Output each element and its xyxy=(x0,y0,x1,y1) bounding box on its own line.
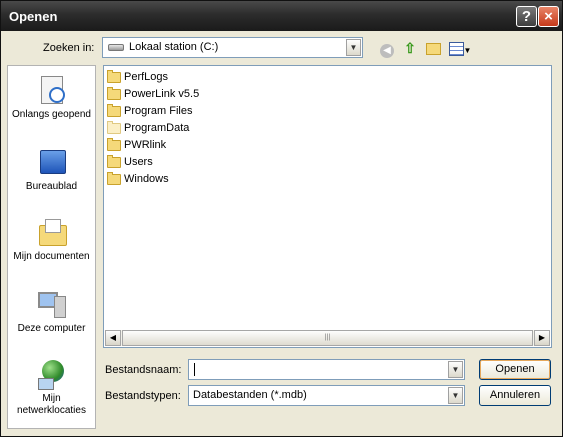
up-folder-icon[interactable]: ⇧ xyxy=(400,38,420,58)
lookin-label: Zoeken in: xyxy=(43,42,95,54)
back-icon[interactable]: ◀ xyxy=(377,38,397,58)
place-recent[interactable]: Onlangs geopend xyxy=(8,74,95,121)
file-name: PowerLink v5.5 xyxy=(124,88,200,100)
place-mydocs-label: Mijn documenten xyxy=(13,251,90,262)
open-button[interactable]: Openen xyxy=(479,359,551,380)
list-item[interactable]: PWRlink xyxy=(107,137,166,153)
title-bar[interactable]: Openen ? × xyxy=(1,1,562,31)
network-icon xyxy=(36,358,68,390)
folder-icon xyxy=(107,120,121,134)
folder-icon xyxy=(107,69,121,83)
file-name: ProgramData xyxy=(124,122,190,134)
horizontal-scrollbar[interactable]: ◀ ||| ▶ xyxy=(105,330,550,346)
file-name: Users xyxy=(124,156,153,168)
new-folder-icon[interactable] xyxy=(423,38,443,58)
folder-icon xyxy=(107,103,121,117)
place-mydocs[interactable]: Mijn documenten xyxy=(8,216,95,263)
chevron-down-icon[interactable]: ▼ xyxy=(346,39,361,56)
folder-icon xyxy=(107,86,121,100)
list-item[interactable]: PowerLink v5.5 xyxy=(107,86,199,102)
file-list[interactable]: PerfLogs PowerLink v5.5 Program Files Pr… xyxy=(103,65,552,348)
place-mycomputer[interactable]: Deze computer xyxy=(8,288,95,335)
folder-icon xyxy=(107,171,121,185)
window-title: Openen xyxy=(9,9,58,24)
scroll-right-icon[interactable]: ▶ xyxy=(534,330,550,346)
my-documents-icon xyxy=(36,216,68,248)
lookin-value: Lokaal station (C:) xyxy=(129,41,219,53)
file-name: PerfLogs xyxy=(124,71,169,83)
filetype-select[interactable]: Databestanden (*.mdb) ▼ xyxy=(188,385,465,406)
place-recent-label: Onlangs geopend xyxy=(12,109,91,120)
folder-icon xyxy=(107,154,121,168)
file-name: Windows xyxy=(124,173,169,185)
close-button[interactable]: × xyxy=(538,6,559,27)
open-dialog: Openen ? × Zoeken in: Lokaal station (C:… xyxy=(0,0,563,437)
filename-label: Bestandsnaam: xyxy=(105,364,182,376)
my-computer-icon xyxy=(36,288,68,320)
scroll-thumb[interactable]: ||| xyxy=(122,330,533,346)
place-mycomputer-label: Deze computer xyxy=(17,323,86,334)
list-item[interactable]: PerfLogs xyxy=(107,69,168,85)
help-button[interactable]: ? xyxy=(516,6,537,27)
places-bar: Onlangs geopend Bureaublad Mijn document… xyxy=(7,65,96,429)
recent-icon xyxy=(36,74,68,106)
place-network[interactable]: Mijn netwerklocaties xyxy=(8,358,95,417)
chevron-down-icon[interactable]: ▼ xyxy=(448,361,463,378)
text-caret xyxy=(194,363,195,376)
drive-icon xyxy=(108,44,124,51)
place-network-label: Mijn netwerklocaties xyxy=(17,393,86,416)
chevron-down-icon[interactable]: ▼ xyxy=(448,387,463,404)
folder-icon xyxy=(107,137,121,151)
cancel-button[interactable]: Annuleren xyxy=(479,385,551,406)
file-name: Program Files xyxy=(124,105,193,117)
list-item[interactable]: ProgramData xyxy=(107,120,189,136)
filetype-value: Databestanden (*.mdb) xyxy=(193,389,307,401)
scroll-left-icon[interactable]: ◀ xyxy=(105,330,121,346)
list-item[interactable]: Windows xyxy=(107,171,169,187)
filename-input[interactable]: ▼ xyxy=(188,359,465,380)
place-desktop-label: Bureaublad xyxy=(25,181,78,192)
list-item[interactable]: Program Files xyxy=(107,103,192,119)
lookin-combo[interactable]: Lokaal station (C:) ▼ xyxy=(102,37,363,58)
view-menu-icon[interactable]: ▼ xyxy=(447,38,473,58)
list-item[interactable]: Users xyxy=(107,154,153,170)
place-desktop[interactable]: Bureaublad xyxy=(8,146,95,193)
file-name: PWRlink xyxy=(124,139,167,151)
filetype-label: Bestandstypen: xyxy=(105,390,181,402)
desktop-icon xyxy=(36,146,68,178)
